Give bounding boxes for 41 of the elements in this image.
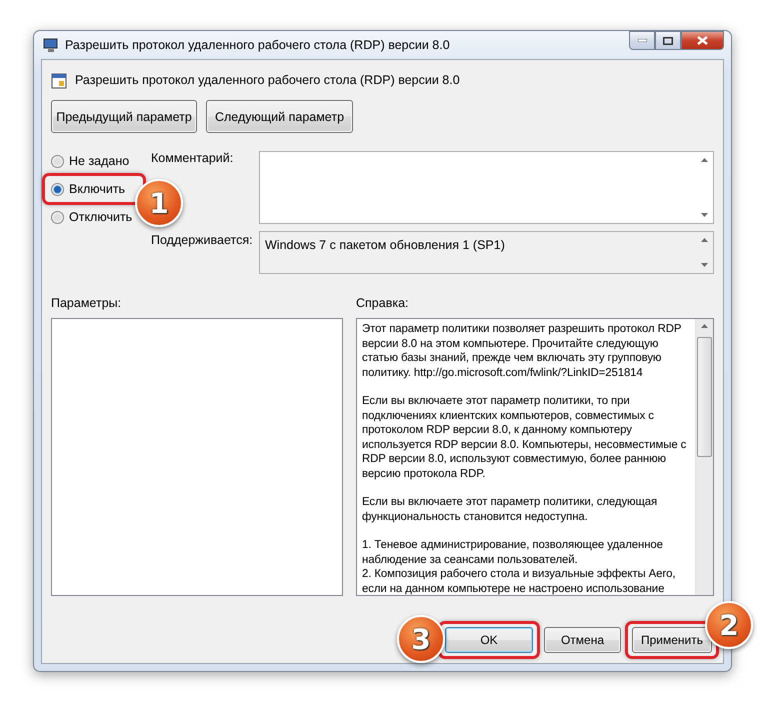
supported-label: Поддерживается: bbox=[151, 232, 253, 247]
previous-setting-button[interactable]: Предыдущий параметр bbox=[51, 100, 197, 133]
cancel-button[interactable]: Отмена bbox=[544, 627, 621, 653]
policy-title: Разрешить протокол удаленного рабочего стола (RDP) версии 8.0 bbox=[75, 73, 460, 87]
parameters-label: Параметры: bbox=[51, 296, 122, 310]
help-paragraph: Если вы включаете этот параметр политики, следующая функциональность становится недоступна. bbox=[362, 495, 658, 524]
supported-value: Windows 7 с пакетом обновления 1 (SP1) bbox=[264, 237, 506, 254]
step-badge: 3 bbox=[397, 615, 445, 663]
comment-field[interactable] bbox=[259, 151, 714, 224]
next-setting-button[interactable]: Следующий параметр bbox=[206, 100, 353, 133]
radio-label: Включить bbox=[69, 182, 126, 196]
scroll-up-icon[interactable] bbox=[701, 238, 708, 242]
minimize-icon bbox=[638, 39, 646, 42]
step-badge: 2 bbox=[705, 601, 753, 649]
minimize-button[interactable] bbox=[629, 31, 655, 50]
radio-button[interactable] bbox=[51, 210, 64, 224]
help-label: Справка: bbox=[356, 296, 410, 310]
scroll-down-icon[interactable] bbox=[701, 263, 708, 267]
step-badge: 1 bbox=[135, 179, 183, 227]
maximize-button[interactable] bbox=[655, 31, 681, 50]
radio-button[interactable] bbox=[51, 154, 64, 168]
close-icon bbox=[697, 36, 708, 45]
help-paragraph: 1. Теневое администрирование, позволяющее удаленное наблюдение за сеансами пользователей. 2. Композиция рабочего стола и визуальные эффекты Aero, если на данном компьютере не настроено использование bbox=[362, 538, 676, 595]
scrollbar[interactable] bbox=[695, 319, 713, 595]
help-paragraph: Этот параметр политики позволяет разрешить протокол RDP версии 8.0 на этом компьютере. Прочитайте следующую статью базы знаний, прежде чем включать эту групповую политику. http://go.microsoft.com/fwlink/?LinkID=251814 bbox=[362, 322, 682, 380]
radio-button[interactable] bbox=[51, 182, 64, 196]
close-button[interactable] bbox=[681, 31, 724, 50]
window-title: Разрешить протокол удаленного рабочего стола (RDP) версии 8.0 bbox=[65, 38, 451, 52]
scroll-down-icon[interactable] bbox=[701, 213, 708, 217]
radio-label: Отключить bbox=[69, 210, 132, 224]
scroll-up-icon[interactable] bbox=[701, 324, 708, 328]
radio-label: Не задано bbox=[69, 154, 130, 168]
scroll-up-icon[interactable] bbox=[701, 158, 708, 162]
apply-button[interactable]: Применить bbox=[632, 627, 712, 653]
scroll-thumb[interactable] bbox=[697, 337, 712, 457]
help-paragraph: Если вы включаете этот параметр политики, то при подключениях клиентских компьютеров, совместимых с протоколом RDP версии 8.0, к данному компьютеру используется RDP версии 8.0. Компьютеры, несовместимые с RDP версии 8.0, используют совместимую, более раннюю версию протокола RDP. bbox=[362, 394, 688, 481]
comment-label: Комментарий: bbox=[151, 151, 234, 165]
ok-button[interactable]: OK bbox=[445, 627, 533, 653]
policy-icon bbox=[51, 72, 67, 88]
maximize-icon bbox=[663, 36, 673, 44]
monitor-icon bbox=[43, 38, 59, 52]
